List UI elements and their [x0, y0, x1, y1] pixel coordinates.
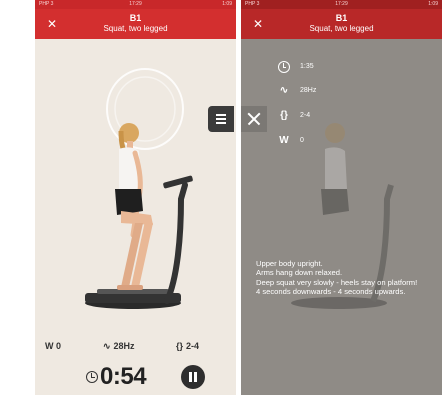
- exercise-figure: [85, 68, 193, 309]
- duration-value: 1:35: [300, 63, 314, 70]
- wave-icon: ∿: [279, 85, 289, 96]
- frequency-value: 28Hz: [113, 341, 135, 351]
- status-time: 17:29: [335, 1, 348, 7]
- status-bar: PHP 3 17:29 1:09: [35, 0, 236, 9]
- weight-icon: W: [279, 135, 289, 146]
- reps-stat: {} 2-4: [176, 341, 199, 351]
- exercise-illustration: W 0 ∿ 28Hz {} 2-4 0:54: [35, 39, 236, 395]
- exercise-number: B1: [129, 13, 142, 23]
- exercise-screen: PHP 3 17:29 1:09 ✕ B1 Squat, two legged: [35, 0, 236, 395]
- menu-icon[interactable]: [208, 106, 234, 132]
- exercise-title: Squat, two legged: [309, 24, 374, 33]
- exercise-title: Squat, two legged: [103, 24, 168, 33]
- exercise-description: Upper body upright. Arms hang down relax…: [256, 259, 439, 297]
- clock-icon: [277, 60, 291, 74]
- status-time: 17:29: [129, 1, 142, 7]
- timer-value: 0:54: [100, 363, 147, 390]
- weight-stat: W 0: [45, 341, 62, 351]
- description-line: Upper body upright.: [256, 259, 323, 268]
- exercise-info-screen: PHP 3 17:29 1:09 ✕ B1 Squat, two legged …: [241, 0, 442, 395]
- header-bar: ✕ B1 Squat, two legged: [241, 9, 442, 39]
- exercise-number: B1: [335, 13, 348, 23]
- reps-icon: {}: [176, 341, 184, 351]
- exercise-stats: W 0 ∿ 28Hz {} 2-4: [35, 339, 236, 355]
- info-overlay: 1:35 ∿ 28Hz {} 2-4 W 0 Upper body uprigh…: [241, 39, 442, 395]
- weight-value: 0: [300, 137, 304, 144]
- status-battery: 1:09: [428, 1, 438, 7]
- reps-icon: {}: [280, 110, 288, 121]
- description-line: 4 seconds downwards - 4 seconds upwards.: [256, 287, 406, 297]
- description-line: Arms hang down relaxed.: [256, 268, 343, 278]
- frequency-stat: ∿ 28Hz: [103, 341, 135, 352]
- status-bar: PHP 3 17:29 1:09: [241, 0, 442, 9]
- pause-button[interactable]: [181, 365, 205, 389]
- description-line: Deep squat very slowly - heels stay on p…: [256, 277, 418, 287]
- header-bar: ✕ B1 Squat, two legged: [35, 9, 236, 39]
- close-info-button[interactable]: [241, 106, 267, 132]
- reps-value: 2-4: [186, 341, 200, 351]
- status-battery: 1:09: [222, 1, 232, 7]
- wave-icon: ∿: [103, 341, 111, 351]
- frequency-value: 28Hz: [300, 87, 317, 94]
- timer-row: 0:54: [35, 361, 236, 395]
- clock-icon: [86, 371, 98, 383]
- reps-value: 2-4: [300, 112, 311, 119]
